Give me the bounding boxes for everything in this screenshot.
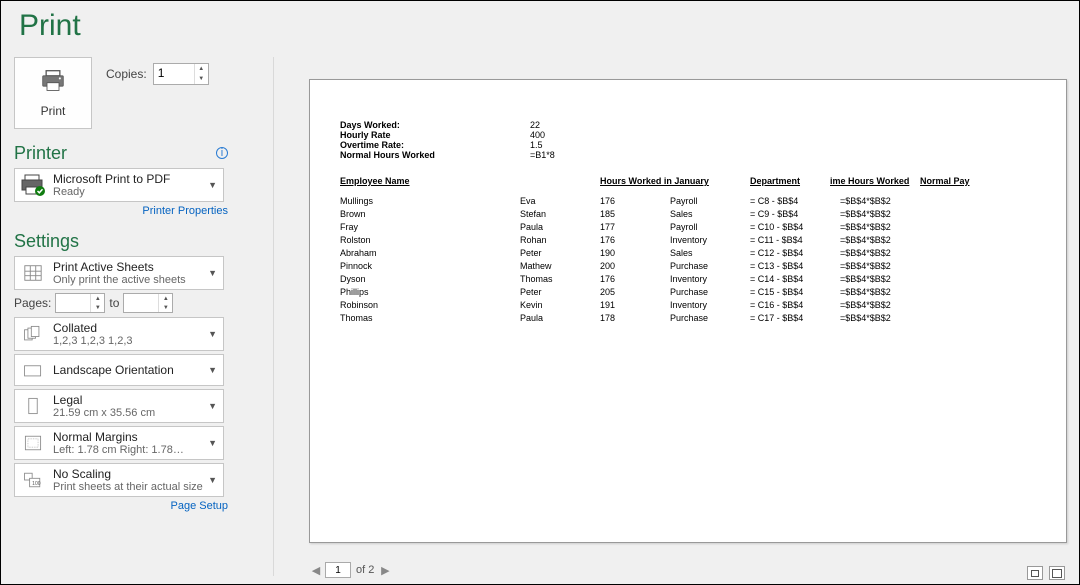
copies-input[interactable]: 1 ▲ ▼ bbox=[153, 63, 209, 85]
show-margins-button[interactable] bbox=[1027, 566, 1043, 580]
table-row: PinnockMathew200Purchase= C13 - $B$4=$B$… bbox=[340, 261, 1036, 271]
margins-line1: Normal Margins bbox=[53, 430, 219, 444]
kv-value: 1.5 bbox=[530, 140, 590, 150]
table-row: ThomasPaula178Purchase= C17 - $B$4=$B$4*… bbox=[340, 313, 1036, 323]
margins-line2: Left: 1.78 cm Right: 1.78… bbox=[53, 444, 219, 456]
printer-status-icon bbox=[19, 173, 47, 197]
table-row: PhillipsPeter205Purchase= C15 - $B$4=$B$… bbox=[340, 287, 1036, 297]
orientation-icon bbox=[19, 358, 47, 382]
page-of-label: of 2 bbox=[356, 564, 374, 576]
print-what-selector[interactable]: Print Active Sheets Only print the activ… bbox=[14, 256, 224, 290]
chevron-down-icon: ▼ bbox=[208, 365, 217, 375]
scaling-line1: No Scaling bbox=[53, 467, 219, 481]
pages-to-input[interactable]: ▲▼ bbox=[123, 293, 173, 313]
page-number-input[interactable] bbox=[325, 562, 351, 578]
zoom-to-page-button[interactable] bbox=[1049, 566, 1065, 580]
left-panel: Print Copies: 1 ▲ ▼ Printer i Microsoft … bbox=[14, 57, 228, 516]
paper-line1: Legal bbox=[53, 393, 219, 407]
sheets-icon bbox=[19, 261, 47, 285]
next-page-button[interactable]: ▶ bbox=[378, 564, 392, 577]
chevron-down-icon: ▼ bbox=[208, 268, 217, 278]
collated-selector[interactable]: Collated 1,2,3 1,2,3 1,2,3 ▼ bbox=[14, 317, 224, 351]
orientation-selector[interactable]: Landscape Orientation ▼ bbox=[14, 354, 224, 386]
scaling-selector[interactable]: 100 No Scaling Print sheets at their act… bbox=[14, 463, 224, 497]
printer-name: Microsoft Print to PDF bbox=[53, 172, 219, 186]
chevron-down-icon: ▼ bbox=[208, 475, 217, 485]
printer-section-title: Printer i bbox=[14, 143, 228, 164]
collated-line1: Collated bbox=[53, 321, 219, 335]
copies-value: 1 bbox=[158, 66, 165, 80]
col-dept: Department bbox=[750, 176, 830, 186]
kv-value: 400 bbox=[530, 130, 590, 140]
paper-line2: 21.59 cm x 35.56 cm bbox=[53, 407, 219, 419]
orientation-line1: Landscape Orientation bbox=[53, 363, 219, 377]
printer-properties-link[interactable]: Printer Properties bbox=[14, 205, 228, 217]
pages-from-up[interactable]: ▲ bbox=[91, 294, 104, 303]
pages-from-input[interactable]: ▲▼ bbox=[55, 293, 105, 313]
copies-label: Copies: bbox=[106, 67, 147, 81]
scaling-icon: 100 bbox=[19, 468, 47, 492]
page-navigator: ◀ of 2 ▶ bbox=[309, 560, 1067, 580]
copies-up[interactable]: ▲ bbox=[195, 64, 208, 74]
chevron-down-icon: ▼ bbox=[208, 180, 217, 190]
print-preview: Days Worked: 22 Hourly Rate 400 Overtime Rat… bbox=[309, 79, 1067, 543]
col-hours: Hours Worked in January bbox=[600, 176, 750, 186]
table-row: FrayPaula177Payroll= C10 - $B$4=$B$4*$B$… bbox=[340, 222, 1036, 232]
kv-label: Hourly Rate bbox=[340, 130, 520, 140]
print-what-line2: Only print the active sheets bbox=[53, 274, 219, 286]
table-row: DysonThomas176Inventory= C14 - $B$4=$B$4… bbox=[340, 274, 1036, 284]
margins-icon bbox=[19, 431, 47, 455]
prev-page-button[interactable]: ◀ bbox=[309, 564, 323, 577]
pages-label: Pages: bbox=[14, 296, 51, 310]
kv-label: Days Worked: bbox=[340, 120, 520, 130]
kv-value: =B1*8 bbox=[530, 150, 590, 160]
page-title: Print bbox=[19, 9, 1061, 43]
kv-value: 22 bbox=[530, 120, 590, 130]
chevron-down-icon: ▼ bbox=[208, 401, 217, 411]
printer-status: Ready bbox=[53, 186, 219, 198]
kv-label: Normal Hours Worked bbox=[340, 150, 520, 160]
col-ot: ime Hours Worked bbox=[830, 176, 920, 186]
print-what-line1: Print Active Sheets bbox=[53, 260, 219, 274]
table-row: BrownStefan185Sales= C9 - $B$4=$B$4*$B$2 bbox=[340, 209, 1036, 219]
scaling-line2: Print sheets at their actual size bbox=[53, 481, 219, 493]
table-row: RobinsonKevin191Inventory= C16 - $B$4=$B… bbox=[340, 300, 1036, 310]
print-button-label: Print bbox=[41, 104, 66, 118]
page-setup-link[interactable]: Page Setup bbox=[14, 500, 228, 512]
info-icon[interactable]: i bbox=[216, 147, 228, 159]
svg-text:100: 100 bbox=[32, 481, 41, 487]
pages-from-down[interactable]: ▼ bbox=[91, 303, 104, 312]
collated-line2: 1,2,3 1,2,3 1,2,3 bbox=[53, 335, 219, 347]
pages-to-up[interactable]: ▲ bbox=[159, 294, 172, 303]
print-button[interactable]: Print bbox=[14, 57, 92, 129]
pages-to-down[interactable]: ▼ bbox=[159, 303, 172, 312]
pane-divider bbox=[273, 57, 274, 576]
pages-to-label: to bbox=[109, 296, 119, 310]
page-icon bbox=[19, 394, 47, 418]
table-row: AbrahamPeter190Sales= C12 - $B$4=$B$4*$B… bbox=[340, 248, 1036, 258]
col-pay: Normal Pay bbox=[920, 176, 1010, 186]
table-row: MullingsEva176Payroll= C8 - $B$4=$B$4*$B… bbox=[340, 196, 1036, 206]
printer-selector[interactable]: Microsoft Print to PDF Ready ▼ bbox=[14, 168, 224, 202]
chevron-down-icon: ▼ bbox=[208, 438, 217, 448]
table-row: RolstonRohan176Inventory= C11 - $B$4=$B$… bbox=[340, 235, 1036, 245]
settings-section-title: Settings bbox=[14, 231, 228, 252]
kv-label: Overtime Rate: bbox=[340, 140, 520, 150]
printer-icon bbox=[39, 69, 67, 98]
col-employee: Employee Name bbox=[340, 176, 600, 186]
collate-icon bbox=[19, 322, 47, 346]
margins-selector[interactable]: Normal Margins Left: 1.78 cm Right: 1.78… bbox=[14, 426, 224, 460]
copies-down[interactable]: ▼ bbox=[195, 74, 208, 84]
chevron-down-icon: ▼ bbox=[208, 329, 217, 339]
paper-selector[interactable]: Legal 21.59 cm x 35.56 cm ▼ bbox=[14, 389, 224, 423]
